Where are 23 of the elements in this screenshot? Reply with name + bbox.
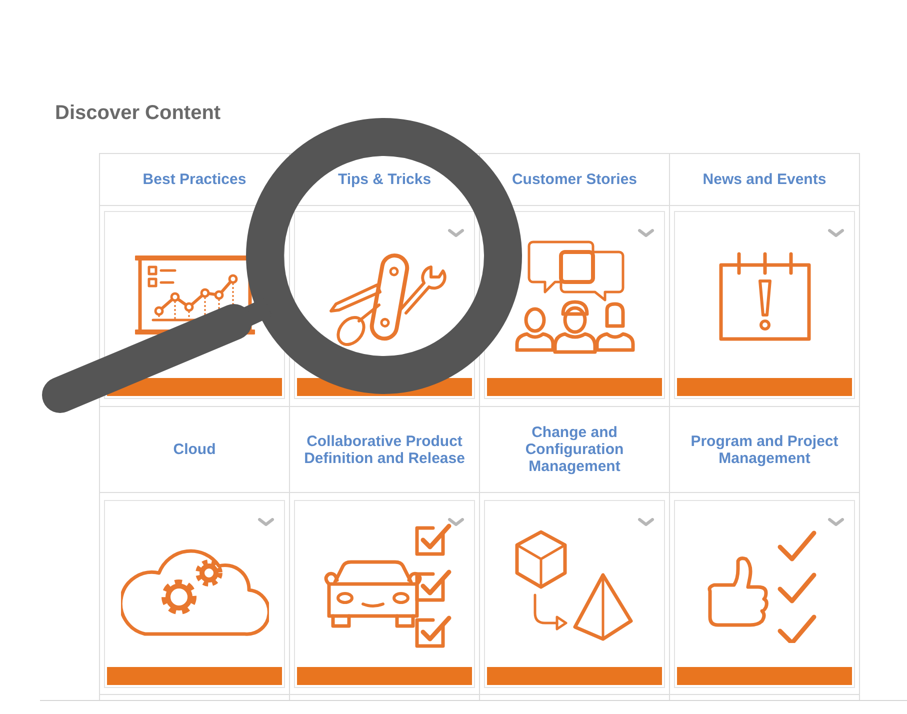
dropdown-chevron-icon[interactable] <box>258 518 274 527</box>
calendar-alert-icon <box>716 251 812 343</box>
category-tile[interactable] <box>674 500 855 688</box>
category-tile[interactable] <box>294 500 475 688</box>
people-speech-bubbles-icon <box>512 240 636 354</box>
dropdown-chevron-icon[interactable] <box>638 518 654 527</box>
category-link[interactable]: Tips & Tricks <box>338 171 432 188</box>
dropdown-chevron-icon[interactable] <box>828 518 844 527</box>
category-link[interactable]: Collaborative Product Definition and Release <box>296 432 473 466</box>
category-link[interactable]: Customer Stories <box>512 171 638 188</box>
category-link[interactable]: Cloud <box>173 441 216 458</box>
category-tile[interactable] <box>484 500 665 688</box>
category-link[interactable]: Best Practices <box>142 171 246 188</box>
category-tile[interactable] <box>104 500 285 688</box>
section-heading: Discover Content <box>55 101 221 126</box>
dropdown-chevron-icon[interactable] <box>638 229 654 238</box>
dropdown-chevron-icon[interactable] <box>448 229 464 238</box>
category-link[interactable]: News and Events <box>702 171 826 188</box>
dropdown-chevron-icon[interactable] <box>448 518 464 527</box>
category-tile[interactable] <box>674 211 855 399</box>
category-link[interactable]: Program and Project Management <box>676 432 853 466</box>
dropdown-chevron-icon[interactable] <box>828 229 844 238</box>
category-link[interactable]: Change and Configuration Management <box>486 424 663 475</box>
